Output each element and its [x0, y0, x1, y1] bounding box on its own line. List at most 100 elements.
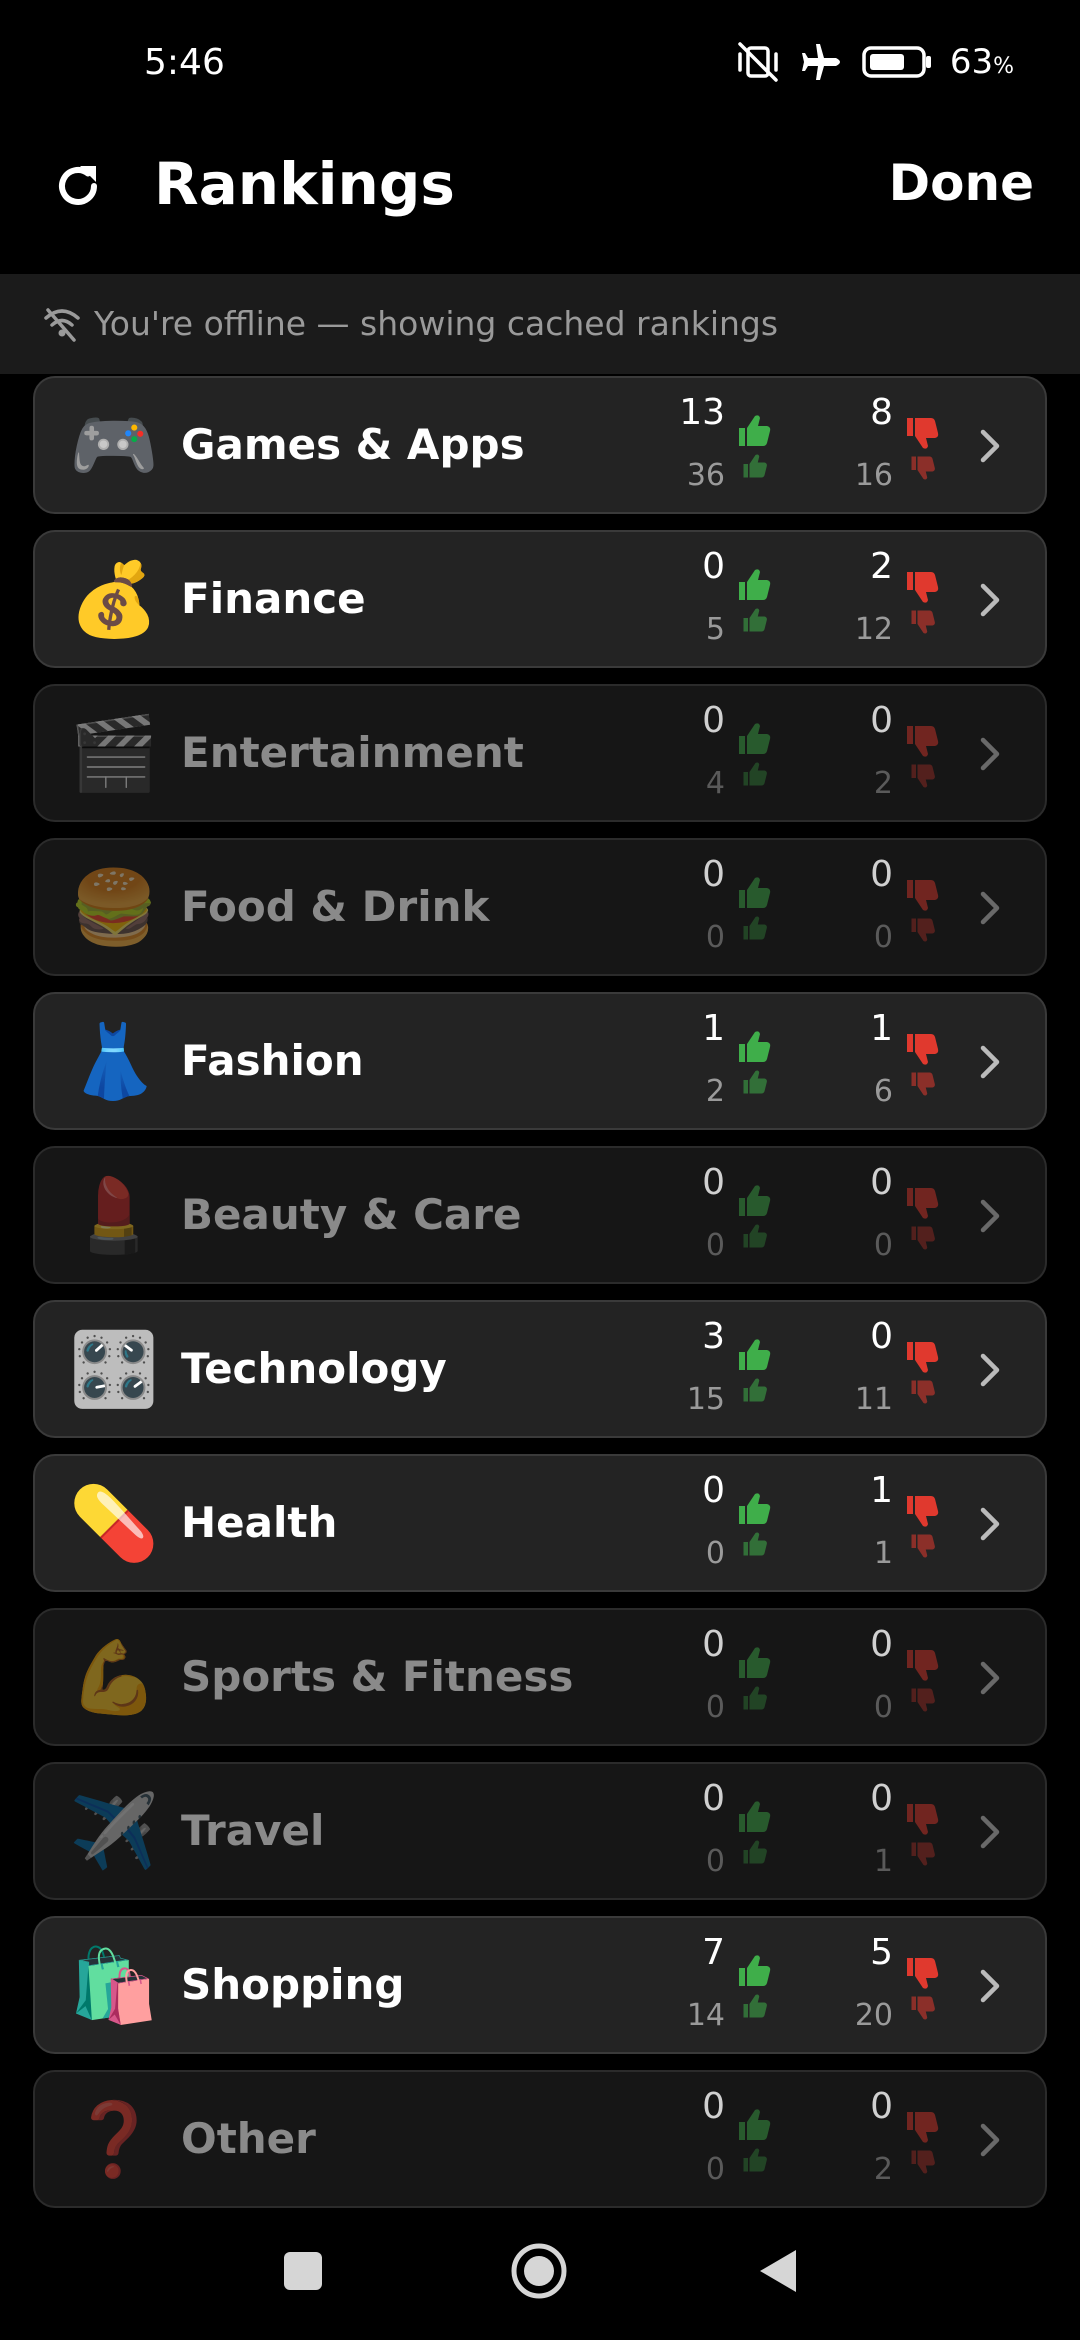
upvote-count: 3	[702, 1316, 725, 1357]
chevron-right-icon	[980, 1045, 1000, 1079]
category-row[interactable]: ❓ Other 0 0 0 2	[33, 2070, 1047, 2208]
back-button[interactable]	[756, 2246, 800, 2296]
downvote-total: 2	[873, 766, 893, 801]
money-bag-icon: 💰	[69, 557, 159, 641]
downvote-count: 8	[870, 392, 893, 433]
upvote-total: 5	[705, 612, 725, 647]
dress-icon: 👗	[69, 1019, 159, 1103]
question-mark-icon: ❓	[69, 2097, 159, 2181]
category-label: Finance	[181, 574, 366, 623]
done-button[interactable]: Done	[889, 154, 1034, 212]
upvote-count: 0	[702, 1162, 725, 1203]
chevron-right-icon	[980, 737, 1000, 771]
category-row[interactable]: ✈️ Travel 0 0 0 1	[33, 1762, 1047, 1900]
upvote-count: 7	[702, 1932, 725, 1973]
downvote-count: 0	[870, 2086, 893, 2127]
chevron-right-icon	[980, 1661, 1000, 1695]
home-button[interactable]	[510, 2242, 568, 2300]
thumbs-down-icon	[907, 2112, 939, 2143]
category-label: Shopping	[181, 1960, 405, 2009]
wifi-off-icon	[44, 308, 80, 342]
category-row[interactable]: 💰 Finance 0 5 2 12	[33, 530, 1047, 668]
category-row[interactable]: 💊 Health 0 0 1 1	[33, 1454, 1047, 1592]
thumbs-down-small-icon	[911, 1380, 935, 1404]
category-row[interactable]: 👗 Fashion 1 2 1 6	[33, 992, 1047, 1130]
upvote-count: 0	[702, 700, 725, 741]
downvote-total: 1	[873, 1536, 893, 1571]
category-row[interactable]: 🍔 Food & Drink 0 0 0 0	[33, 838, 1047, 976]
thumbs-up-icon	[739, 1801, 771, 1832]
thumbs-up-icon	[739, 1339, 771, 1370]
category-row[interactable]: 💄 Beauty & Care 0 0 0 0	[33, 1146, 1047, 1284]
category-label: Sports & Fitness	[181, 1652, 574, 1701]
chevron-right-icon	[980, 1199, 1000, 1233]
navigation-bar	[0, 2220, 1080, 2340]
clapperboard-icon: 🎬	[69, 711, 159, 795]
status-bar: 5:46 63%	[0, 0, 1080, 130]
chevron-right-icon	[980, 583, 1000, 617]
category-label: Games & Apps	[181, 420, 525, 469]
thumbs-down-small-icon	[911, 764, 935, 788]
upvote-total: 14	[686, 1998, 725, 2033]
thumbs-up-small-icon	[743, 916, 767, 940]
category-row[interactable]: 🎮 Games & Apps 13 36 8 16	[33, 376, 1047, 514]
chevron-right-icon	[980, 2123, 1000, 2157]
flexed-biceps-icon: 💪	[69, 1635, 159, 1719]
thumbs-up-icon	[739, 569, 771, 600]
thumbs-up-small-icon	[743, 1840, 767, 1864]
pill-icon: 💊	[69, 1481, 159, 1565]
downvote-count: 0	[870, 1316, 893, 1357]
thumbs-down-icon	[907, 418, 939, 449]
downvote-total: 2	[873, 2152, 893, 2187]
downvote-total: 6	[873, 1074, 893, 1109]
game-controller-icon: 🎮	[69, 403, 159, 487]
downvote-count: 0	[870, 1778, 893, 1819]
upvote-total: 2	[705, 1074, 725, 1109]
upvote-total: 0	[705, 1228, 725, 1263]
downvote-total: 0	[873, 1228, 893, 1263]
downvote-total: 0	[873, 1690, 893, 1725]
thumbs-up-small-icon	[743, 1070, 767, 1094]
thumbs-down-icon	[907, 726, 939, 757]
category-label: Fashion	[181, 1036, 364, 1085]
thumbs-down-icon	[907, 1958, 939, 1989]
upvote-total: 0	[705, 1536, 725, 1571]
downvote-total: 16	[854, 458, 893, 493]
thumbs-down-small-icon	[911, 1072, 935, 1096]
thumbs-up-icon	[739, 723, 771, 754]
downvote-total: 20	[854, 1998, 893, 2033]
chevron-right-icon	[980, 1507, 1000, 1541]
battery-icon	[862, 45, 932, 79]
thumbs-up-small-icon	[743, 1532, 767, 1556]
lipstick-icon: 💄	[69, 1173, 159, 1257]
thumbs-down-small-icon	[911, 1688, 935, 1712]
category-label: Health	[181, 1498, 338, 1547]
thumbs-up-small-icon	[743, 608, 767, 632]
upvote-count: 0	[702, 854, 725, 895]
thumbs-up-small-icon	[743, 1686, 767, 1710]
category-row[interactable]: 🎬 Entertainment 0 4 0 2	[33, 684, 1047, 822]
category-label: Food & Drink	[181, 882, 490, 931]
category-label: Technology	[181, 1344, 447, 1393]
downvote-count: 1	[870, 1008, 893, 1049]
thumbs-down-small-icon	[911, 1842, 935, 1866]
category-row[interactable]: 💪 Sports & Fitness 0 0 0 0	[33, 1608, 1047, 1746]
downvote-count: 0	[870, 700, 893, 741]
refresh-button[interactable]	[48, 156, 108, 216]
thumbs-down-icon	[907, 572, 939, 603]
category-row[interactable]: 🎛️ Technology 3 15 0 11	[33, 1300, 1047, 1438]
thumbs-down-small-icon	[911, 456, 935, 480]
thumbs-up-small-icon	[743, 2148, 767, 2172]
thumbs-up-icon	[739, 415, 771, 446]
page-title: Rankings	[154, 150, 455, 218]
upvote-count: 0	[702, 1624, 725, 1665]
thumbs-up-icon	[739, 1647, 771, 1678]
category-row[interactable]: 🛍️ Shopping 7 14 5 20	[33, 1916, 1047, 2054]
category-label: Entertainment	[181, 728, 524, 777]
control-knobs-icon: 🎛️	[69, 1327, 159, 1411]
offline-message: You're offline — showing cached rankings	[94, 304, 779, 343]
chevron-right-icon	[980, 1353, 1000, 1387]
upvote-total: 0	[705, 1844, 725, 1879]
recents-button[interactable]	[282, 2250, 324, 2292]
upvote-count: 1	[702, 1008, 725, 1049]
